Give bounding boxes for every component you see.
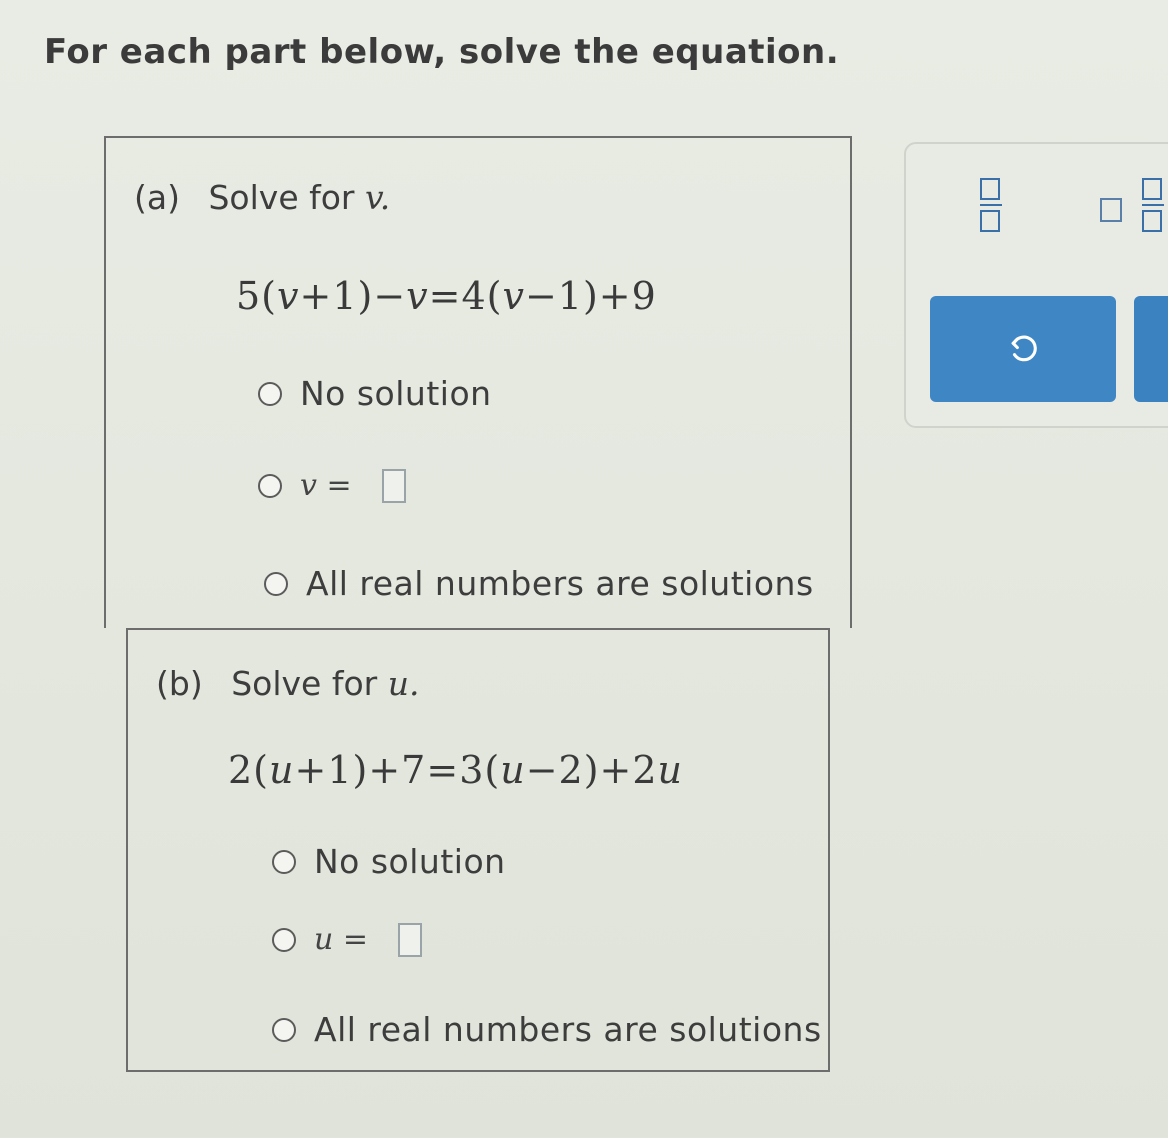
part-a-heading: (a) Solve for v. xyxy=(134,178,390,217)
fraction-icon[interactable] xyxy=(980,178,1002,232)
radio-button[interactable] xyxy=(272,927,296,952)
part-a-variable: v. xyxy=(365,178,391,217)
part-b-box: (b) Solve for u. 2(u+1)+7=3(u−2)+2u No s… xyxy=(126,628,830,1072)
undo-button[interactable] xyxy=(930,296,1116,402)
part-a-label: (a) xyxy=(134,178,180,217)
part-a-equation: 5(v+1)−v=4(v−1)+9 xyxy=(236,274,657,318)
part-b-option-all-real[interactable]: All real numbers are solutions xyxy=(272,1010,822,1049)
toolbar-extra-button[interactable] xyxy=(1134,296,1168,402)
radio-button[interactable] xyxy=(264,571,288,596)
mixed-number-whole-box xyxy=(1100,198,1122,222)
part-b-option-no-solution[interactable]: No solution xyxy=(272,842,506,881)
part-b-answer-input[interactable] xyxy=(398,922,423,957)
part-b-option-value[interactable]: u = xyxy=(272,922,423,957)
radio-button[interactable] xyxy=(272,849,296,874)
radio-button[interactable] xyxy=(258,381,282,406)
part-a-box: (a) Solve for v. 5(v+1)−v=4(v−1)+9 No so… xyxy=(104,136,852,628)
part-b-variable: u. xyxy=(387,664,420,703)
part-b-heading: (b) Solve for u. xyxy=(156,664,419,703)
part-a-option-value[interactable]: v = xyxy=(258,468,406,503)
mixed-number-icon[interactable] xyxy=(1142,178,1164,232)
part-b-equation: 2(u+1)+7=3(u−2)+2u xyxy=(228,748,684,792)
part-b-label: (b) xyxy=(156,664,203,703)
math-toolbar xyxy=(904,142,1168,428)
part-a-option-all-real[interactable]: All real numbers are solutions xyxy=(264,564,814,603)
instructions-text: For each part below, solve the equation. xyxy=(44,32,840,72)
part-a-prompt: Solve for xyxy=(208,178,355,217)
undo-icon xyxy=(1011,335,1037,362)
part-b-prompt: Solve for xyxy=(231,664,378,703)
part-a-answer-input[interactable] xyxy=(381,468,406,503)
radio-button[interactable] xyxy=(272,1017,296,1042)
radio-button[interactable] xyxy=(258,473,282,498)
part-a-option-no-solution[interactable]: No solution xyxy=(258,374,492,413)
